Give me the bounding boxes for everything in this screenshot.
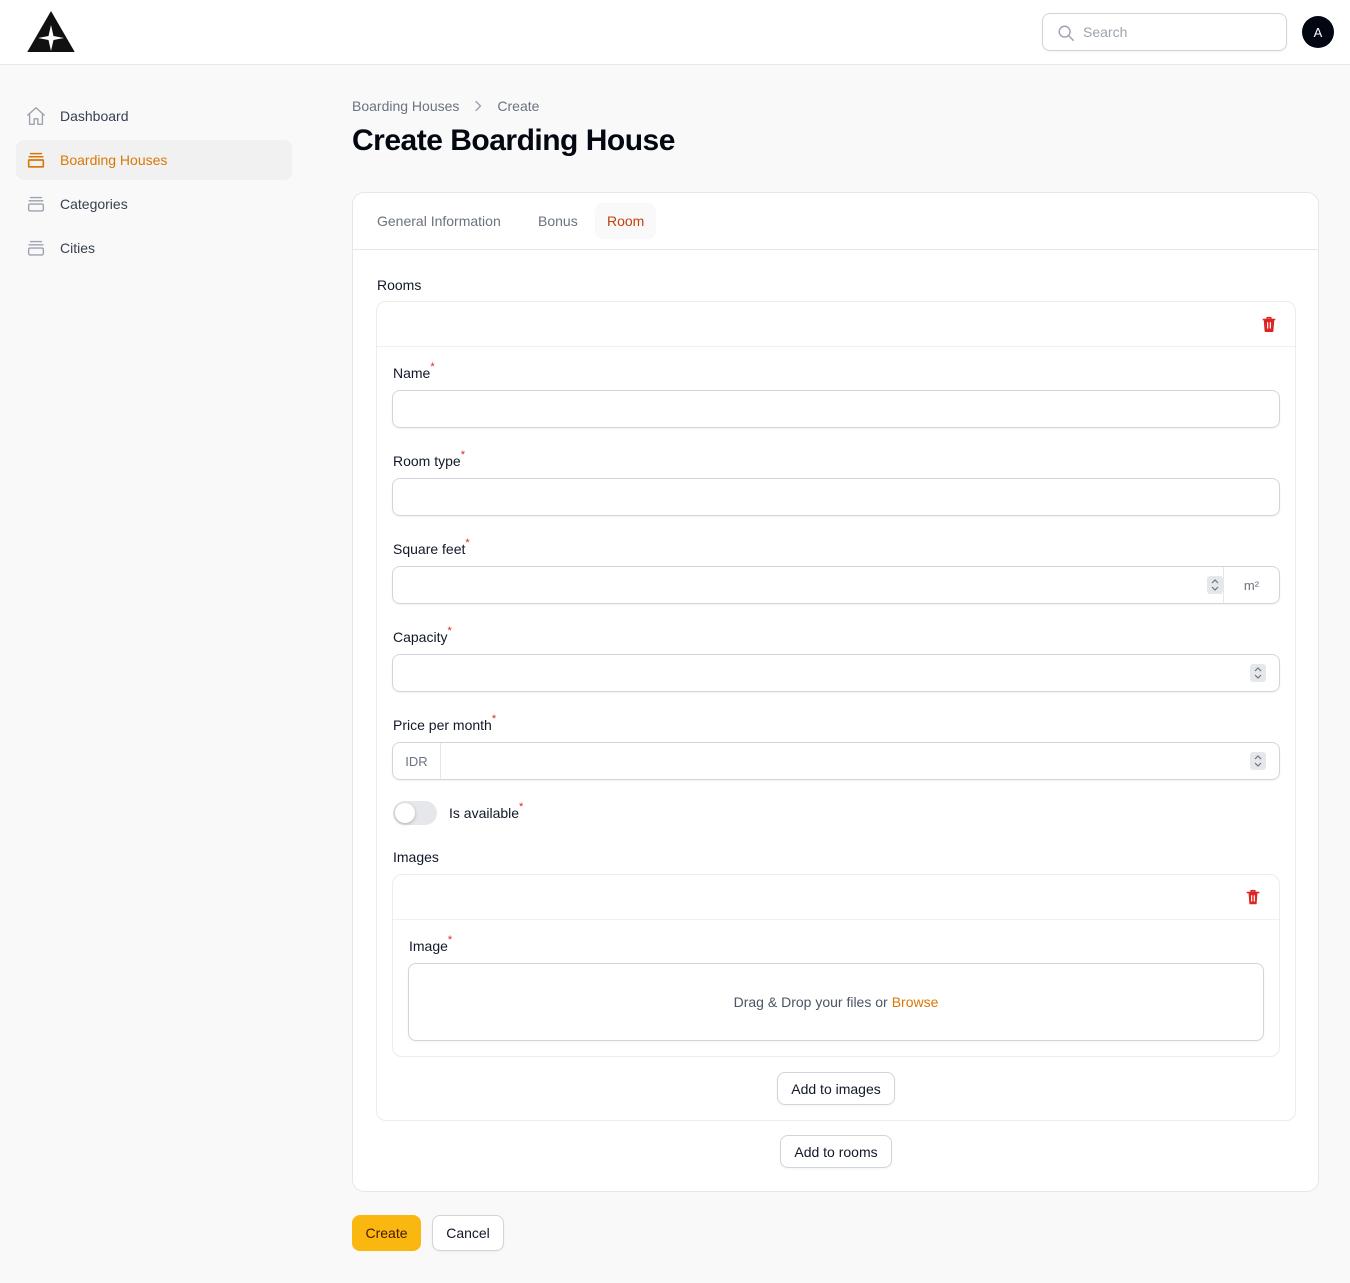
stack-icon [27, 196, 45, 212]
images-label: Images [393, 849, 439, 865]
name-input[interactable] [392, 390, 1280, 428]
form-card: General Information Bonus Room Rooms Nam… [352, 192, 1319, 1192]
capacity-input[interactable] [392, 654, 1280, 692]
browse-link[interactable]: Browse [892, 994, 939, 1010]
sidebar-item-label: Cities [60, 240, 96, 256]
capacity-label: Capacity* [393, 625, 452, 645]
rooms-label: Rooms [377, 277, 422, 293]
tab-bonus[interactable]: Bonus [526, 203, 590, 239]
add-to-images-button[interactable]: Add to images [777, 1072, 895, 1105]
trash-icon[interactable] [1260, 315, 1278, 333]
number-stepper-icon[interactable] [1207, 576, 1223, 594]
user-avatar[interactable]: A [1302, 16, 1334, 48]
image-dropzone[interactable]: Drag & Drop your files or Browse [408, 963, 1264, 1041]
sidebar-item-label: Boarding Houses [60, 152, 168, 168]
number-stepper-icon[interactable] [1250, 664, 1266, 682]
image-label: Image* [409, 934, 453, 954]
dropzone-text: Drag & Drop your files or [733, 994, 888, 1010]
toggle-knob [395, 803, 415, 823]
price-per-month-label: Price per month* [393, 713, 497, 733]
sidebar-item-cities[interactable]: Cities [16, 228, 292, 268]
breadcrumb-current: Create [497, 98, 540, 114]
trash-icon[interactable] [1244, 888, 1262, 906]
search-box[interactable] [1042, 13, 1287, 51]
chevron-right-icon [473, 100, 483, 112]
sidebar: Dashboard Boarding Houses Categories Cit… [16, 96, 292, 272]
cancel-button[interactable]: Cancel [432, 1215, 504, 1251]
breadcrumb-link-boarding-houses[interactable]: Boarding Houses [352, 98, 459, 114]
stack-icon [27, 240, 45, 256]
breadcrumb: Boarding Houses Create [352, 98, 539, 114]
add-to-rooms-button[interactable]: Add to rooms [780, 1135, 892, 1168]
app-logo[interactable] [27, 11, 75, 53]
square-feet-input[interactable]: m² [392, 566, 1280, 604]
room-repeater-item: Name* Room type* Square feet* m² Capacit… [376, 301, 1296, 1121]
image-repeater-item: Image* Drag & Drop your files or Browse [392, 874, 1280, 1057]
sidebar-item-boarding-houses[interactable]: Boarding Houses [16, 140, 292, 180]
tab-bar: General Information Bonus Room [353, 193, 1318, 250]
sidebar-item-label: Dashboard [60, 108, 129, 124]
name-label: Name* [393, 361, 435, 381]
home-icon [27, 107, 45, 125]
stack-icon [27, 152, 45, 168]
room-type-input[interactable] [392, 478, 1280, 516]
page-title: Create Boarding House [352, 124, 675, 157]
tab-room[interactable]: Room [595, 203, 657, 239]
sidebar-item-categories[interactable]: Categories [16, 184, 292, 224]
repeater-item-header [393, 875, 1279, 920]
sidebar-item-dashboard[interactable]: Dashboard [16, 96, 292, 136]
sidebar-item-label: Categories [60, 196, 128, 212]
square-feet-label: Square feet* [393, 537, 470, 557]
is-available-label: Is available* [449, 801, 524, 821]
create-button[interactable]: Create [352, 1215, 421, 1251]
square-feet-suffix: m² [1223, 567, 1279, 603]
top-bar: A [0, 0, 1350, 65]
search-icon [1058, 25, 1074, 41]
search-input[interactable] [1083, 14, 1278, 50]
is-available-toggle[interactable] [393, 801, 437, 825]
currency-prefix: IDR [393, 743, 441, 779]
room-type-label: Room type* [393, 449, 465, 469]
tab-general-information[interactable]: General Information [365, 203, 513, 239]
price-per-month-input[interactable]: IDR [392, 742, 1280, 780]
number-stepper-icon[interactable] [1250, 752, 1266, 770]
repeater-item-header [377, 302, 1295, 347]
